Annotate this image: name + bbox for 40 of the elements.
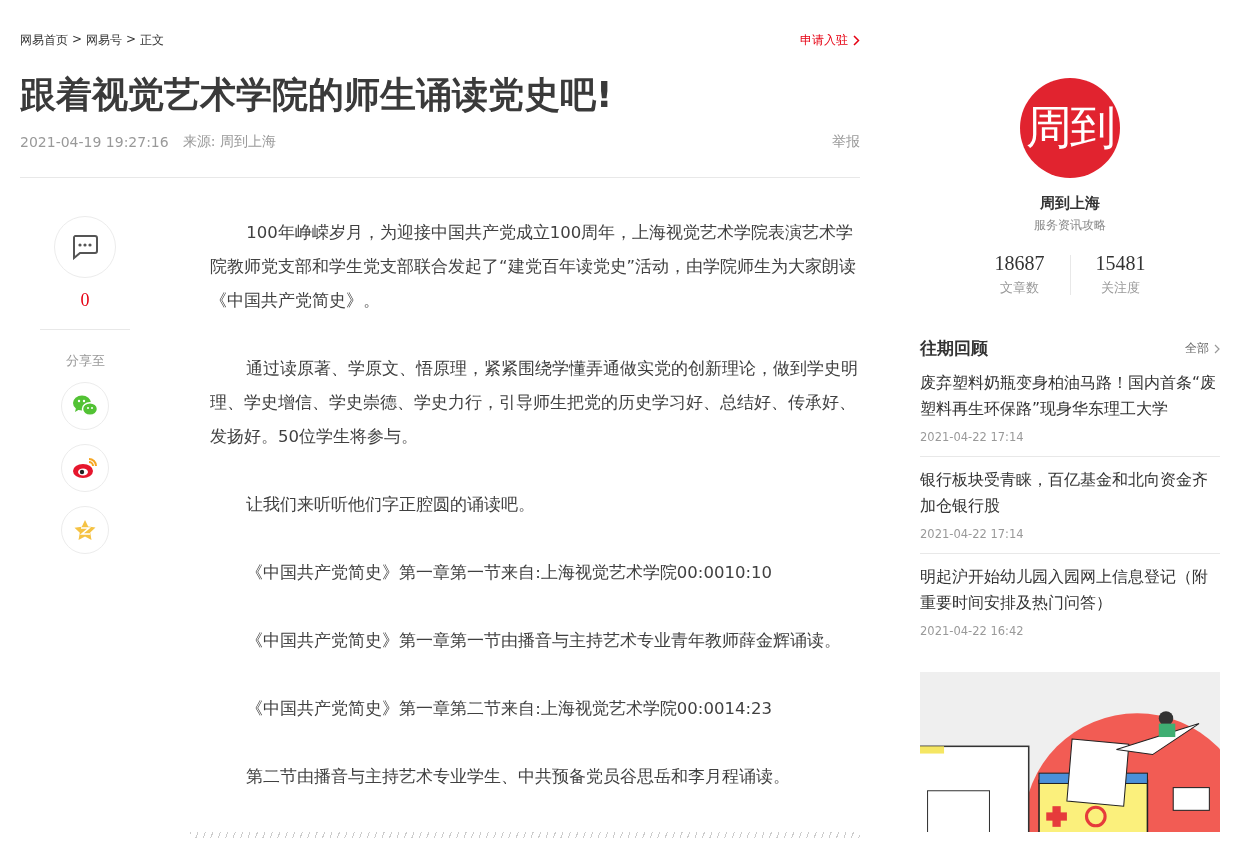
apply-link[interactable]: 申请入驻	[800, 32, 860, 49]
author-logo: 周到	[1020, 78, 1120, 178]
stat-label: 关注度	[1101, 279, 1140, 297]
comment-icon	[71, 234, 99, 260]
breadcrumb-link[interactable]: 网易首页	[20, 32, 68, 49]
breadcrumb-link[interactable]: 网易号	[86, 32, 123, 49]
article-time: 2021-04-22 17:14	[920, 527, 1025, 541]
stat-value: 18687	[994, 252, 1045, 275]
section-title: 往期回顾	[920, 337, 988, 360]
breadcrumb-link[interactable]: 正文	[140, 32, 165, 49]
chat-bubbles-icon	[72, 395, 98, 417]
article-time: 2021-04-22 17:14	[920, 430, 1025, 444]
chevron-icon	[1214, 343, 1220, 354]
article-paragraph: 《中国共产党简史》第一章第一节来自:上海视觉艺术学院00:0010:10	[245, 562, 773, 584]
article-paragraph: 让我们来听听他们字正腔圆的诵读吧。	[245, 494, 537, 516]
source-text: 来源: 周到上海	[182, 133, 276, 151]
article-paragraph: 100年峥嵘岁月，为迎接中国共产党成立100周年，上海视觉艺术学院表演艺术学院教师党支部和学生党支部联合发起了“建党百年读党史”活动，由学院师生为大家朗读《中国共产党简史》。	[210, 222, 858, 312]
all-link[interactable]: 全部	[1185, 340, 1220, 357]
stat-value: 15481	[1095, 252, 1146, 275]
article-paragraph: 通过读原著、学原文、悟原理，紧紧围绕学懂弄通做实党的创新理论，做到学史明理、学史增信、学史崇德、学史力行，引导师生把党的历史学习好、总结好、传承好、发扬好。50位学生将参与。	[210, 358, 860, 448]
article-time: 2021-04-22 16:42	[920, 624, 1025, 638]
stat-label: 文章数	[1000, 279, 1039, 297]
author-tagline: 服务资讯攻略	[1034, 217, 1106, 234]
article-paragraph: 《中国共产党简史》第一章第一节由播音与主持艺术专业青年教师薛金辉诵读。	[245, 630, 843, 652]
chevron-icon	[853, 35, 860, 46]
comment-count: 0	[80, 290, 90, 311]
share-label: 分享至	[65, 352, 105, 370]
breadcrumb-separator: >	[72, 32, 83, 48]
star-icon	[73, 519, 97, 541]
author-name: 周到上海	[1040, 194, 1100, 213]
article-link[interactable]: 废弃塑料奶瓶变身柏油马路！国内首条“废塑料再生环保路”现身华东理工大学	[920, 370, 1220, 422]
article-paragraph: 第二节由播音与主持艺术专业学生、中共预备党员谷思岳和李月程诵读。	[245, 766, 792, 788]
article-link[interactable]: 明起沪开始幼儿园入园网上信息登记（附重要时间安排及热门问答）	[920, 564, 1220, 616]
publish-time: 2021-04-19 19:27:16	[20, 134, 169, 150]
eye-signal-icon	[72, 457, 98, 479]
breadcrumb-separator: >	[126, 32, 137, 48]
article-title: 跟着视觉艺术学院的师生诵读党史吧!	[20, 73, 614, 117]
article-link[interactable]: 银行板块受青睐，百亿基金和北向资金齐加仓银行股	[920, 467, 1220, 519]
share-button[interactable]	[61, 444, 109, 492]
article-paragraph: 《中国共产党简史》第一章第二节来自:上海视觉艺术学院00:0014:23	[245, 698, 773, 720]
